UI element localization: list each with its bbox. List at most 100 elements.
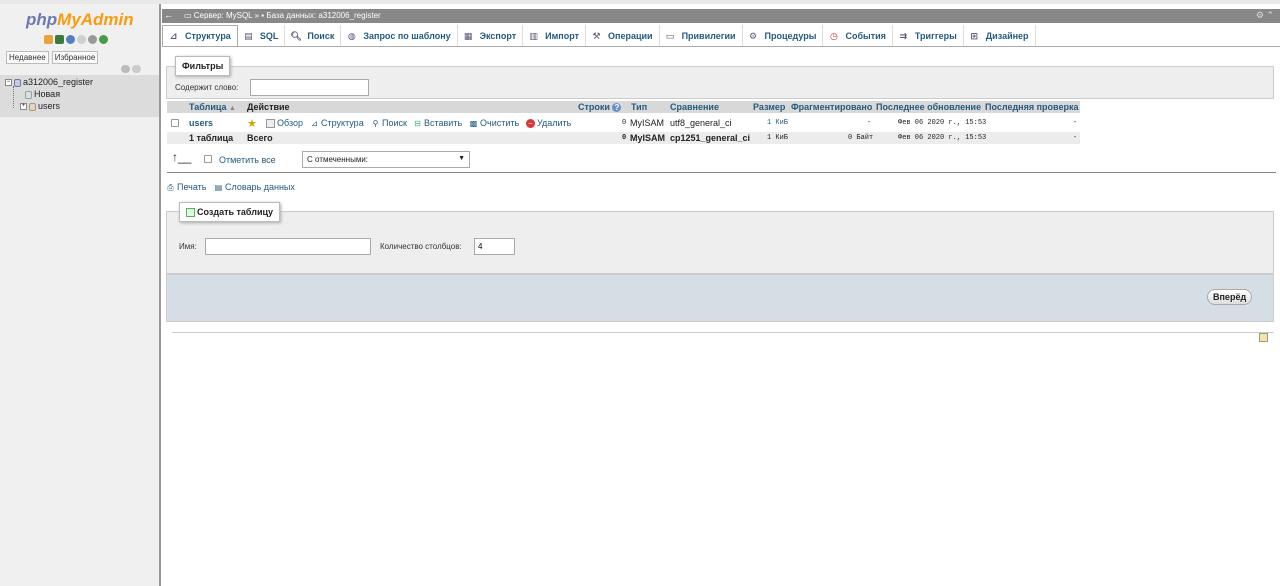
designer-icon: ⊞ bbox=[970, 30, 979, 41]
favorite-star-icon[interactable]: ★ bbox=[247, 117, 257, 130]
settings-gear-icon[interactable]: ⚙ ⌃ bbox=[1256, 10, 1274, 21]
tab-import[interactable]: ▥ Импорт bbox=[523, 25, 587, 46]
tab-search[interactable]: 🔍︎ Поиск bbox=[285, 25, 342, 46]
go-button[interactable]: Вперёд bbox=[1207, 289, 1253, 305]
print-link[interactable]: ⎙ Печать bbox=[166, 182, 206, 192]
row-last-check: - bbox=[1073, 119, 1078, 127]
row-rows: 0 bbox=[622, 119, 627, 127]
table-name-link[interactable]: users bbox=[189, 118, 213, 128]
help-icon[interactable]: ? bbox=[612, 103, 622, 113]
empty-icon: ▩ bbox=[469, 119, 478, 129]
console-icon[interactable] bbox=[1259, 333, 1268, 342]
tab-sql[interactable]: ▤ SQL bbox=[238, 25, 286, 46]
tree-db-item[interactable]: − a312006_register bbox=[5, 77, 93, 87]
search-icon: 🔍︎ bbox=[290, 30, 302, 41]
drop-icon: − bbox=[526, 119, 535, 129]
data-dictionary-link[interactable]: ▤ Словарь данных bbox=[214, 182, 295, 192]
col-table[interactable]: Таблица ▲ bbox=[189, 102, 236, 112]
row-size[interactable]: 1 КиБ bbox=[767, 119, 788, 127]
drop-link[interactable]: − Удалить bbox=[526, 118, 571, 129]
tree-new-item[interactable]: Новая bbox=[25, 89, 60, 99]
favorites-tab[interactable]: Избранное bbox=[51, 51, 99, 64]
tab-privileges[interactable]: ▭ Привилегии bbox=[660, 25, 743, 46]
breadcrumb-server[interactable]: Сервер: MySQL bbox=[194, 11, 253, 20]
insert-icon: ⊟ bbox=[414, 119, 421, 129]
triggers-icon: ⇉ bbox=[899, 30, 908, 41]
check-all-checkbox[interactable] bbox=[204, 155, 212, 163]
total-last-check: - bbox=[1073, 134, 1078, 142]
check-all-label[interactable]: Отметить все bbox=[219, 155, 276, 165]
sql-query-icon[interactable] bbox=[55, 35, 64, 44]
col-overhead[interactable]: Фрагментировано bbox=[791, 102, 872, 112]
row-checkbox[interactable] bbox=[171, 119, 179, 127]
search-link[interactable]: ⚲ Поиск bbox=[371, 118, 407, 128]
browse-icon bbox=[266, 119, 275, 129]
new-table-icon bbox=[25, 90, 32, 99]
tab-underline bbox=[162, 46, 1280, 47]
table-name-input[interactable] bbox=[205, 238, 371, 255]
total-rows: 0 bbox=[622, 134, 627, 142]
home-icon[interactable] bbox=[44, 35, 53, 44]
columns-count-label: Количество столбцов: bbox=[380, 242, 462, 251]
nav-icons bbox=[44, 35, 108, 44]
new-table-icon bbox=[186, 208, 195, 218]
table-header-row: Таблица ▲ Действие Строки ? Тип Сравнени… bbox=[167, 101, 1080, 113]
navigation-panel: phpMyAdmin Недавнее Избранное − a312006_r… bbox=[0, 4, 161, 586]
dictionary-icon: ▤ bbox=[214, 183, 223, 193]
col-collation[interactable]: Сравнение bbox=[670, 102, 719, 112]
tab-query[interactable]: ◍ Запрос по шаблону bbox=[341, 25, 458, 46]
help-icon[interactable] bbox=[66, 35, 75, 44]
browse-link[interactable]: Обзор bbox=[266, 118, 303, 129]
col-last-check[interactable]: Последняя проверка bbox=[985, 102, 1078, 112]
columns-count-input[interactable] bbox=[474, 238, 515, 255]
settings-icon[interactable] bbox=[88, 35, 97, 44]
top-menu-tabs: ⊿ Структура ▤ SQL 🔍︎ Поиск ◍ Запрос по шабло… bbox=[162, 25, 1036, 46]
breadcrumb-database[interactable]: База данных: a312006_register bbox=[266, 11, 380, 20]
tab-triggers[interactable]: ⇉ Триггеры bbox=[893, 25, 964, 46]
filter-label: Содержит слово: bbox=[175, 83, 239, 92]
back-arrow-icon[interactable]: ← bbox=[164, 10, 173, 20]
reload-icon[interactable] bbox=[99, 35, 108, 44]
sort-asc-icon: ▲ bbox=[229, 105, 236, 112]
docs-icon[interactable] bbox=[77, 35, 86, 44]
col-rows[interactable]: Строки ? bbox=[578, 102, 623, 113]
filter-input[interactable] bbox=[250, 79, 369, 96]
total-count: 1 таблица bbox=[189, 133, 234, 143]
empty-link[interactable]: ▩ Очистить bbox=[469, 118, 519, 128]
col-size[interactable]: Размер bbox=[753, 102, 785, 112]
database-tree: − a312006_register Новая + users bbox=[0, 75, 159, 117]
expand-icon[interactable]: + bbox=[20, 103, 27, 111]
collapse-icon[interactable]: − bbox=[5, 79, 12, 87]
export-icon: ▦ bbox=[463, 30, 473, 41]
row-collation: utf8_general_ci bbox=[670, 118, 732, 128]
tab-routines[interactable]: ⚙ Процедуры bbox=[743, 25, 824, 46]
link-icon[interactable] bbox=[132, 65, 141, 73]
chevron-down-icon: ▼ bbox=[458, 155, 465, 162]
tab-structure[interactable]: ⊿ Структура bbox=[162, 25, 238, 46]
tree-db-name[interactable]: a312006_register bbox=[23, 77, 93, 87]
table-total-row: 1 таблица Всего 0 MyISAM cp1251_general_… bbox=[167, 132, 1080, 144]
tree-table-item[interactable]: + users bbox=[20, 101, 60, 111]
col-type[interactable]: Тип bbox=[631, 102, 647, 112]
tab-export[interactable]: ▦ Экспорт bbox=[458, 25, 524, 46]
col-last-update[interactable]: Последнее обновление bbox=[876, 102, 981, 112]
tree-table-name[interactable]: users bbox=[38, 101, 60, 111]
row-overhead: - bbox=[867, 119, 872, 127]
query-icon: ◍ bbox=[347, 30, 356, 41]
insert-link[interactable]: ⊟ Вставить bbox=[413, 118, 462, 128]
phpmyadmin-logo[interactable]: phpMyAdmin bbox=[26, 10, 134, 30]
tab-designer[interactable]: ⊞ Дизайнер bbox=[964, 25, 1036, 46]
divider bbox=[167, 172, 1276, 173]
with-selected-select[interactable]: С отмеченными: ▼ bbox=[302, 151, 470, 168]
recent-tab[interactable]: Недавнее bbox=[6, 51, 49, 64]
structure-link[interactable]: ⊿ Структура bbox=[310, 118, 364, 128]
total-size: 1 КиБ bbox=[767, 134, 789, 142]
tab-operations[interactable]: ⚒ Операции bbox=[586, 25, 660, 46]
footer-divider bbox=[172, 332, 1274, 333]
collapse-all-icon[interactable] bbox=[121, 65, 130, 73]
tree-new-label[interactable]: Новая bbox=[34, 89, 60, 99]
privileges-icon: ▭ bbox=[665, 30, 675, 41]
tab-events[interactable]: ◷ События bbox=[823, 25, 893, 46]
import-icon: ▥ bbox=[529, 30, 538, 41]
total-label: Всего bbox=[247, 133, 273, 143]
